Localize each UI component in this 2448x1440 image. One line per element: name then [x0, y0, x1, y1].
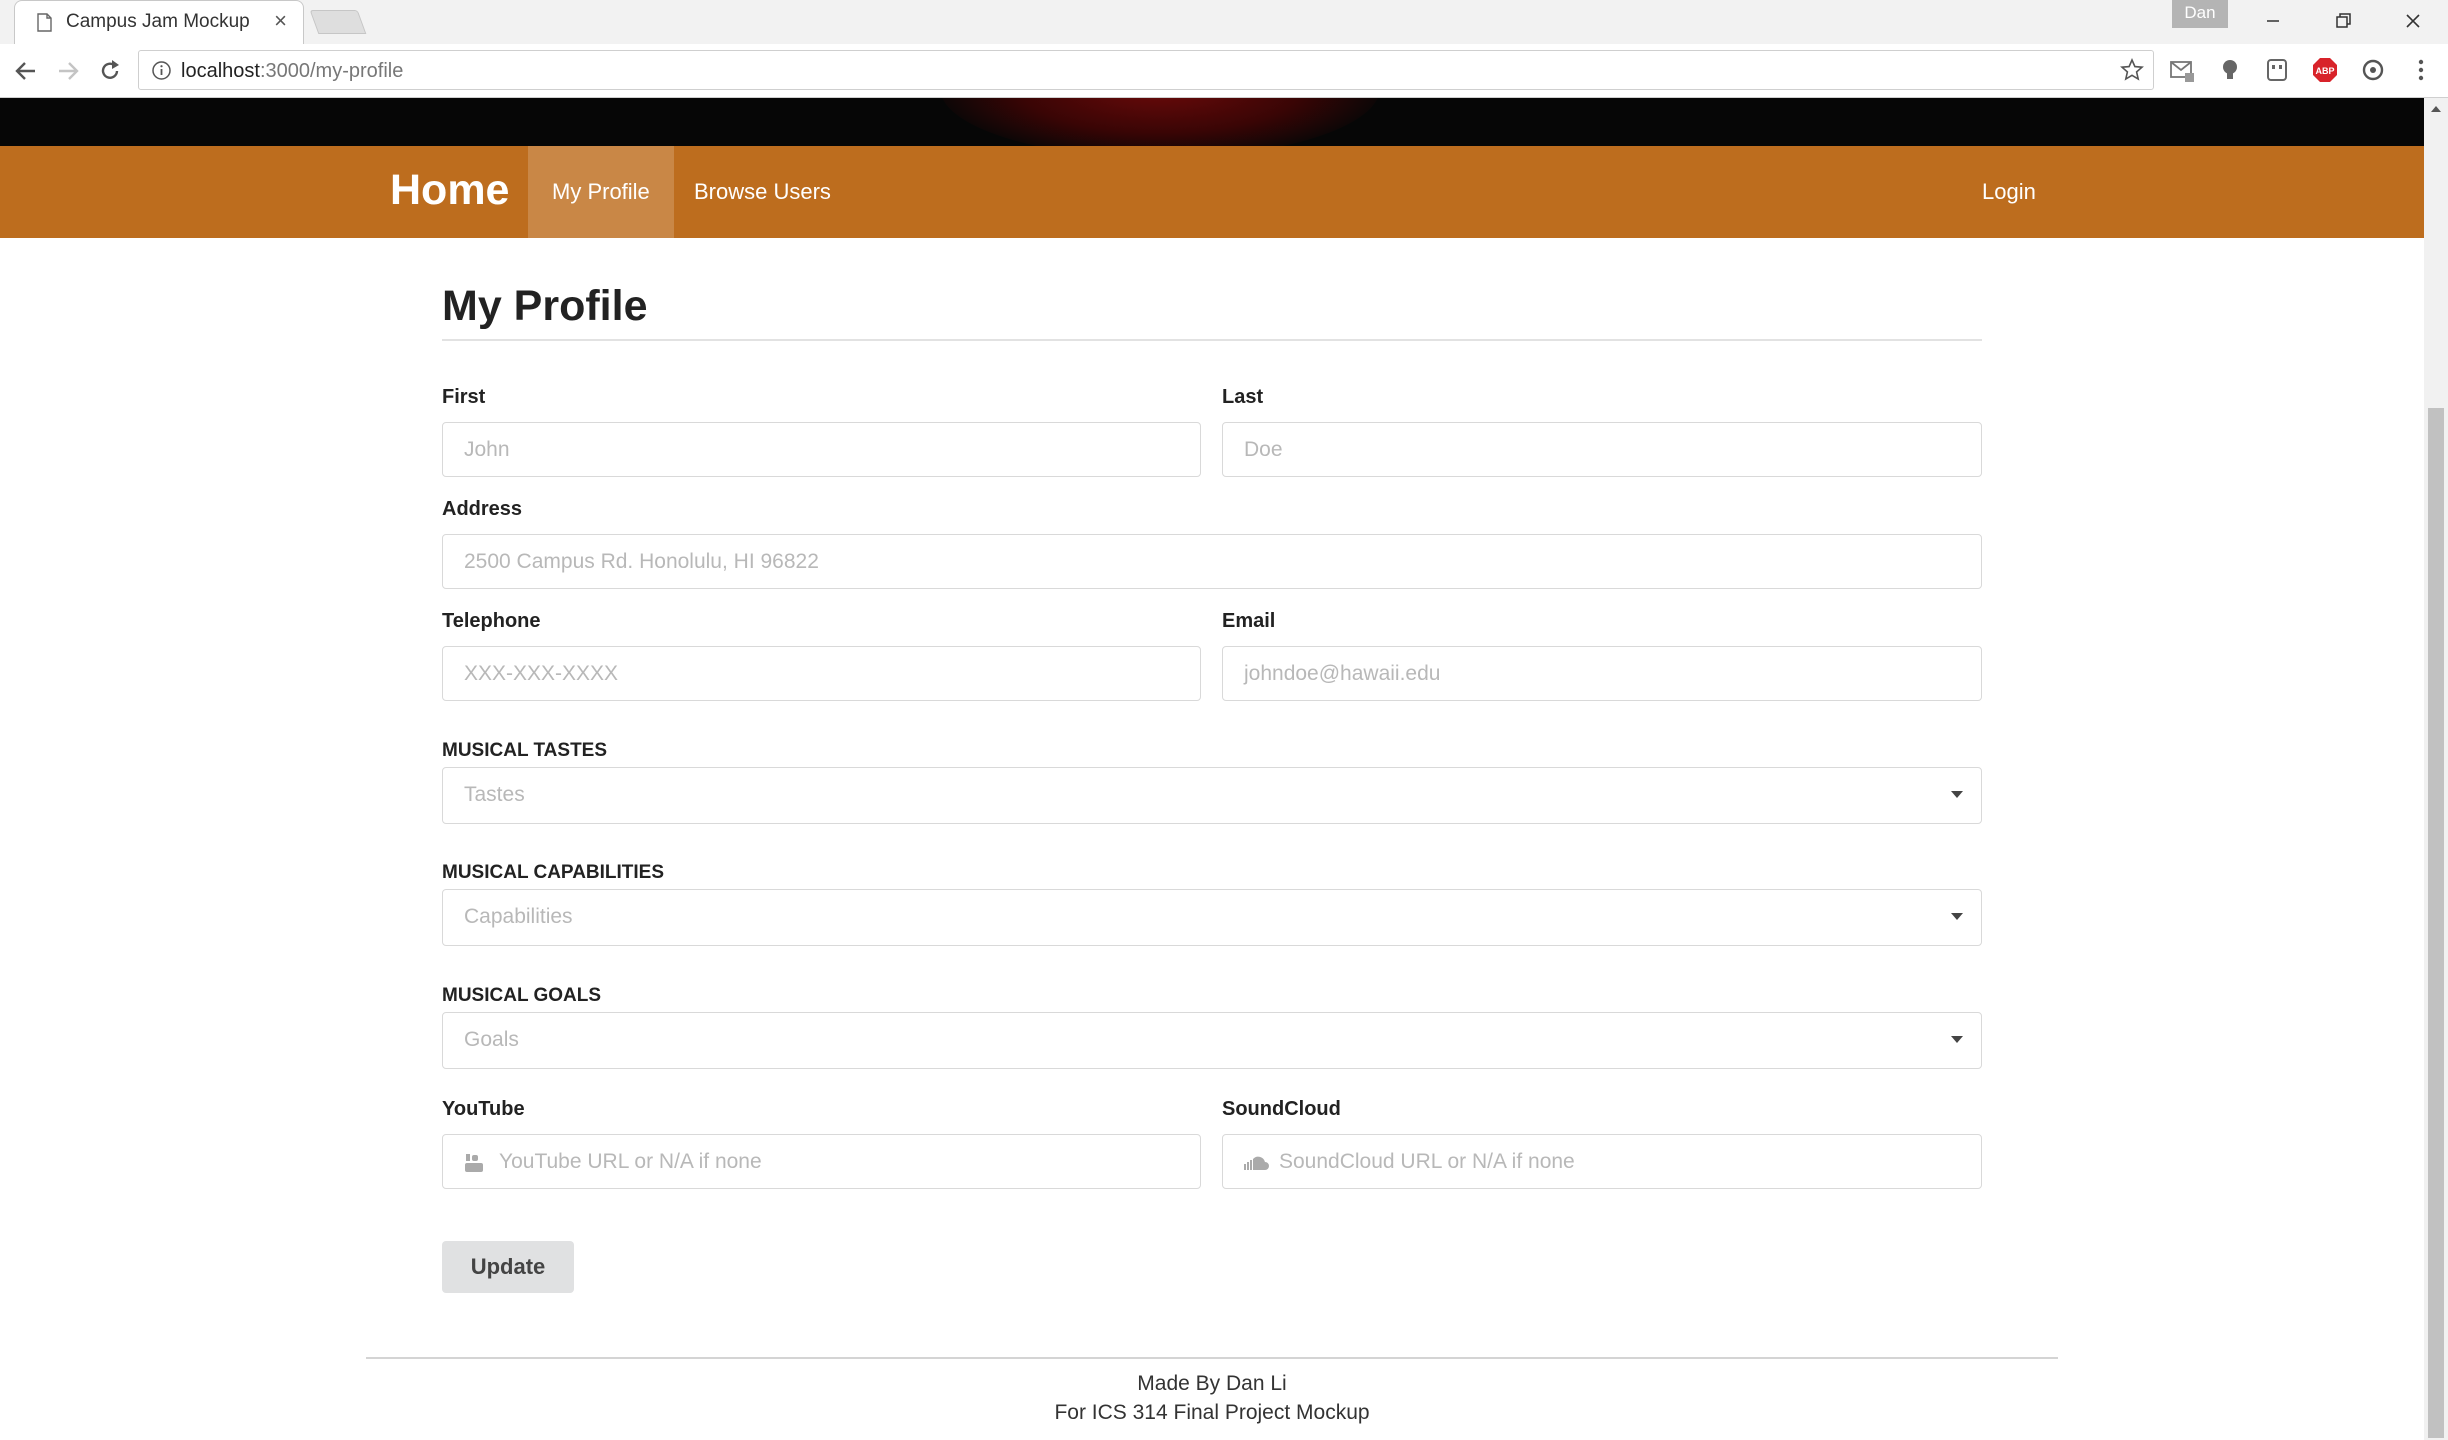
youtube-input[interactable]: YouTube URL or N/A if none: [442, 1134, 1201, 1189]
musical-capabilities-dropdown[interactable]: Capabilities: [442, 889, 1982, 946]
browser-toolbar: localhost:3000/my-profile ABP: [0, 44, 2448, 98]
hero-glow: [940, 98, 1380, 146]
forward-arrow-icon[interactable]: [55, 58, 81, 84]
email-placeholder: johndoe@hawaii.edu: [1244, 662, 1441, 685]
restore-icon[interactable]: [2318, 4, 2368, 38]
address-placeholder: 2500 Campus Rd. Honolulu, HI 96822: [464, 550, 819, 573]
document-icon: [37, 13, 52, 32]
goals-placeholder: Goals: [464, 1028, 519, 1051]
address-input[interactable]: 2500 Campus Rd. Honolulu, HI 96822: [442, 534, 1982, 589]
musical-tastes-label: MUSICAL TASTES: [442, 740, 608, 761]
footer-credit: Made By Dan Li: [1137, 1372, 1287, 1395]
back-arrow-icon[interactable]: [13, 58, 39, 84]
new-tab-button[interactable]: [309, 10, 367, 34]
telephone-input[interactable]: XXX-XXX-XXXX: [442, 646, 1201, 701]
adblock-plus-icon[interactable]: ABP: [2311, 56, 2339, 84]
last-name-input[interactable]: Doe: [1222, 422, 1982, 477]
soundcloud-icon: [1244, 1156, 1269, 1170]
title-divider: [442, 339, 1982, 341]
address-label: Address: [442, 498, 523, 520]
soundcloud-input[interactable]: SoundCloud URL or N/A if none: [1222, 1134, 1982, 1189]
soundcloud-label: SoundCloud: [1222, 1098, 1341, 1120]
tab-strip: Campus Jam Mockup × Dan: [0, 0, 2448, 44]
ghost-extension-icon[interactable]: [2263, 56, 2291, 84]
tab-title: Campus Jam Mockup: [66, 11, 250, 32]
sync-extension-icon[interactable]: [2359, 56, 2387, 84]
browser-tab[interactable]: Campus Jam Mockup ×: [14, 0, 304, 44]
youtube-icon: [465, 1154, 483, 1172]
tastes-placeholder: Tastes: [464, 783, 525, 806]
nav-my-profile[interactable]: My Profile: [528, 146, 674, 238]
reload-icon[interactable]: [97, 58, 123, 84]
musical-goals-dropdown[interactable]: Goals: [442, 1012, 1982, 1069]
page-title: My Profile: [442, 282, 648, 330]
last-name-label: Last: [1222, 386, 1264, 408]
youtube-label: YouTube: [442, 1098, 525, 1120]
soundcloud-placeholder: SoundCloud URL or N/A if none: [1279, 1150, 1575, 1173]
menu-dots-icon[interactable]: [2407, 56, 2435, 84]
first-name-label: First: [442, 386, 486, 408]
email-input[interactable]: johndoe@hawaii.edu: [1222, 646, 1982, 701]
svg-text:ABP: ABP: [2315, 66, 2334, 76]
email-label: Email: [1222, 610, 1276, 632]
last-name-placeholder: Doe: [1244, 438, 1283, 461]
youtube-placeholder: YouTube URL or N/A if none: [499, 1150, 762, 1173]
capabilities-placeholder: Capabilities: [464, 905, 573, 928]
musical-capabilities-label: MUSICAL CAPABILITIES: [442, 862, 665, 883]
close-tab-icon[interactable]: ×: [274, 10, 287, 32]
nav-browse-users[interactable]: Browse Users: [670, 146, 855, 238]
update-button[interactable]: Update: [442, 1241, 574, 1293]
hero-image: [0, 98, 2424, 146]
url-text: localhost:3000/my-profile: [181, 60, 404, 82]
close-window-icon[interactable]: [2388, 4, 2438, 38]
home-link[interactable]: Home: [390, 166, 509, 215]
login-link[interactable]: Login: [1958, 146, 2060, 238]
scroll-up-arrow-icon[interactable]: [2431, 106, 2441, 112]
footer-divider: [366, 1357, 2058, 1359]
minimize-icon[interactable]: [2248, 4, 2298, 38]
gmail-icon[interactable]: [2168, 56, 2196, 84]
telephone-placeholder: XXX-XXX-XXXX: [464, 662, 619, 685]
profile-chip[interactable]: Dan: [2172, 0, 2228, 28]
dropdown-caret-icon: [1951, 913, 1963, 920]
page-viewport: Home My Profile Browse Users Login My Pr…: [0, 98, 2424, 1440]
scroll-thumb[interactable]: [2428, 408, 2444, 1438]
top-navbar: Home My Profile Browse Users Login: [0, 146, 2424, 238]
telephone-label: Telephone: [442, 610, 541, 632]
footer-note: For ICS 314 Final Project Mockup: [1054, 1401, 1370, 1424]
dropdown-caret-icon: [1951, 1036, 1963, 1043]
musical-tastes-dropdown[interactable]: Tastes: [442, 767, 1982, 824]
address-bar[interactable]: localhost:3000/my-profile: [138, 50, 2154, 90]
info-icon[interactable]: [151, 60, 172, 81]
page-scrollbar[interactable]: [2424, 98, 2448, 1440]
idea-bulb-icon[interactable]: [2216, 56, 2244, 84]
bookmark-star-icon[interactable]: [2119, 57, 2145, 83]
musical-goals-label: MUSICAL GOALS: [442, 985, 602, 1006]
first-name-placeholder: John: [464, 438, 510, 461]
dropdown-caret-icon: [1951, 791, 1963, 798]
first-name-input[interactable]: John: [442, 422, 1201, 477]
